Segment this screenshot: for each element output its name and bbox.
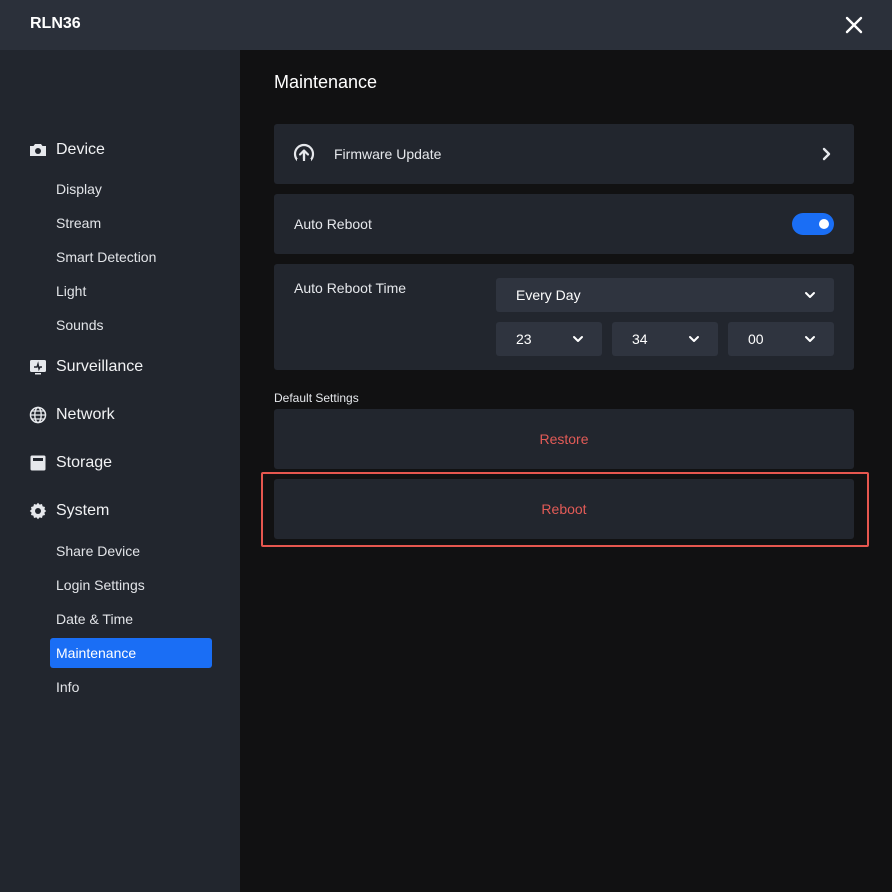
- default-settings-label: Default Settings: [274, 391, 359, 405]
- globe-icon: [28, 405, 48, 425]
- chevron-down-icon: [805, 336, 815, 342]
- upload-cloud-icon: [293, 143, 315, 165]
- close-icon: [845, 16, 863, 34]
- close-button[interactable]: [838, 9, 870, 41]
- auto-reboot-time-label: Auto Reboot Time: [294, 280, 407, 296]
- sidebar-section-surveillance[interactable]: Surveillance: [28, 355, 143, 379]
- sidebar-section-label: Surveillance: [56, 358, 144, 375]
- chevron-down-icon: [805, 292, 815, 298]
- storage-icon: [28, 453, 48, 473]
- firmware-update-label: Firmware Update: [334, 146, 442, 162]
- sidebar-item-share-device[interactable]: Share Device: [50, 536, 212, 566]
- chevron-down-icon: [689, 336, 699, 342]
- sidebar-item-display[interactable]: Display: [50, 174, 212, 204]
- second-select[interactable]: 00: [728, 322, 834, 356]
- sidebar-section-system[interactable]: System: [28, 499, 109, 523]
- minute-select[interactable]: 34: [612, 322, 718, 356]
- frequency-value: Every Day: [516, 287, 581, 303]
- auto-reboot-label: Auto Reboot: [294, 216, 372, 232]
- sidebar-section-label: Network: [56, 406, 115, 423]
- toggle-knob: [819, 219, 829, 229]
- gear-icon: [28, 501, 48, 521]
- sidebar-section-label: System: [56, 502, 110, 519]
- sidebar-item-date-time[interactable]: Date & Time: [50, 604, 212, 634]
- sidebar-section-device[interactable]: Device: [28, 138, 105, 162]
- minute-value: 34: [632, 331, 648, 347]
- sidebar-item-sounds[interactable]: Sounds: [50, 310, 212, 340]
- sidebar-item-light[interactable]: Light: [50, 276, 212, 306]
- chevron-down-icon: [573, 336, 583, 342]
- window-title: RLN36: [30, 15, 81, 32]
- second-value: 00: [748, 331, 764, 347]
- chevron-right-icon: [822, 147, 831, 161]
- restore-button[interactable]: Restore: [274, 409, 854, 469]
- sidebar-section-label: Storage: [56, 454, 113, 471]
- sidebar-section-storage[interactable]: Storage: [28, 451, 112, 475]
- sidebar-item-maintenance[interactable]: Maintenance: [50, 638, 212, 668]
- reboot-button[interactable]: Reboot: [274, 479, 854, 539]
- hour-value: 23: [516, 331, 532, 347]
- auto-reboot-toggle[interactable]: [792, 213, 834, 235]
- sidebar-item-smart-detection[interactable]: Smart Detection: [50, 242, 212, 272]
- sidebar-item-info[interactable]: Info: [50, 672, 212, 702]
- sidebar-section-network[interactable]: Network: [28, 403, 115, 427]
- monitor-icon: [28, 357, 48, 377]
- sidebar-section-label: Device: [56, 141, 105, 158]
- page-title: Maintenance: [274, 72, 378, 92]
- camera-icon: [28, 140, 48, 160]
- sidebar-item-login-settings[interactable]: Login Settings: [50, 570, 212, 600]
- title-bar: RLN36: [0, 0, 892, 50]
- sidebar-item-stream[interactable]: Stream: [50, 208, 212, 238]
- hour-select[interactable]: 23: [496, 322, 602, 356]
- frequency-select[interactable]: Every Day: [496, 278, 834, 312]
